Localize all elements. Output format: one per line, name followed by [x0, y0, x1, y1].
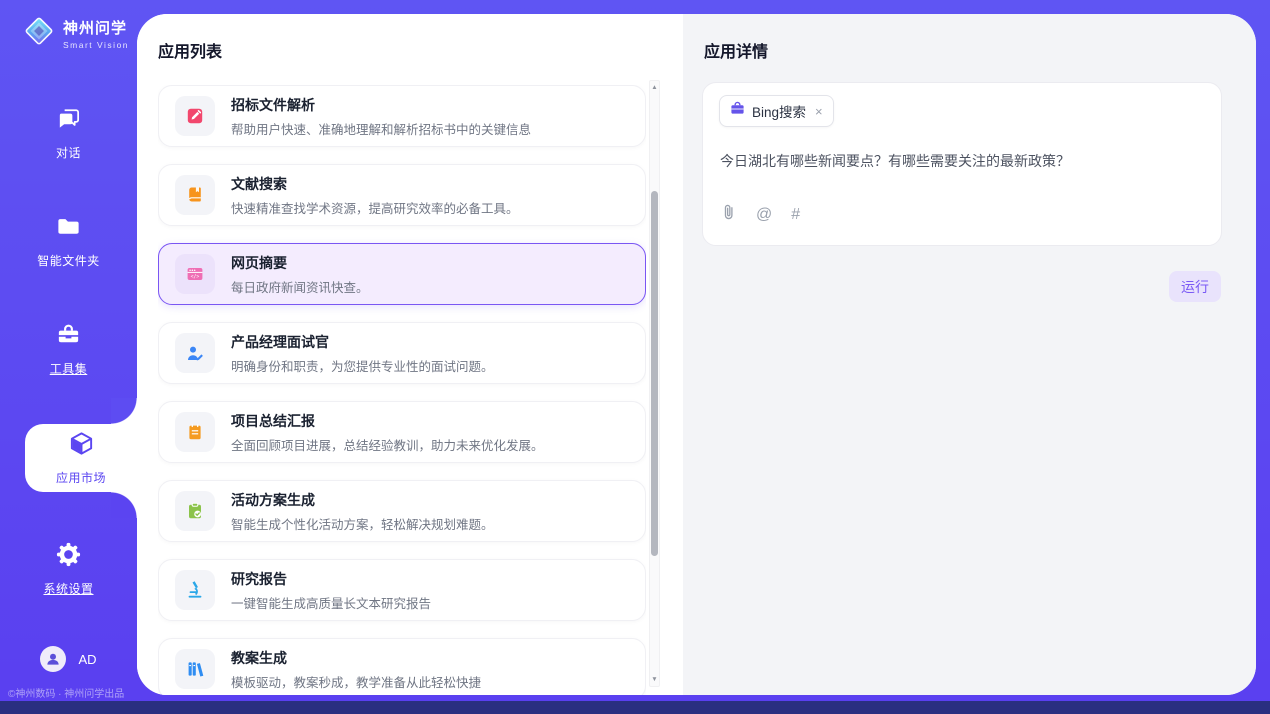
hash-icon[interactable]: # [791, 207, 800, 223]
clipboard-check-icon [175, 491, 215, 531]
sidebar-item-label: 智能文件夹 [37, 252, 100, 269]
briefcase-icon [730, 101, 745, 121]
app-card-desc: 全面回顾项目进展，总结经验教训，助力未来优化发展。 [231, 435, 544, 454]
scrollbar-thumb[interactable] [651, 191, 658, 556]
app-root: 神州问学 Smart Vision 对话 智能文件夹 [0, 0, 1270, 714]
app-card-desc: 模板驱动，教案秒成，教学准备从此轻松快捷 [231, 672, 481, 691]
attachment-toolbar: @ # [720, 203, 800, 227]
gear-icon [55, 541, 82, 573]
chip-close-icon[interactable]: × [815, 104, 823, 119]
app-card[interactable]: 活动方案生成 智能生成个性化活动方案，轻松解决规划难题。 [158, 480, 646, 542]
app-card-title: 活动方案生成 [231, 490, 494, 510]
app-card[interactable]: 项目总结汇报 全面回顾项目进展，总结经验教训，助力未来优化发展。 [158, 401, 646, 463]
edit-doc-icon [175, 96, 215, 136]
app-card-title: 招标文件解析 [231, 95, 531, 115]
brand-name: 神州问学 [63, 17, 129, 38]
sidebar-item-label: 对话 [56, 144, 81, 161]
app-card-desc: 智能生成个性化活动方案，轻松解决规划难题。 [231, 514, 494, 533]
prompt-card[interactable]: Bing搜索 × 今日湖北有哪些新闻要点？有哪些需要关注的最新政策？ @ # [702, 82, 1222, 246]
user-name: AD [78, 652, 96, 667]
browser-code-icon: </> [175, 254, 215, 294]
app-card[interactable]: 文献搜索 快速精准查找学术资源，提高研究效率的必备工具。 [158, 164, 646, 226]
copyright-footer: ©神州数码 · 神州问学出品 [8, 685, 124, 700]
sidebar-item-settings[interactable]: 系统设置 [0, 538, 137, 600]
sidebar-item-smart-folder[interactable]: 智能文件夹 [0, 210, 137, 272]
chat-icon [55, 105, 82, 137]
sidebar-item-label: 工具集 [50, 360, 88, 377]
app-card-selected[interactable]: </> 网页摘要 每日政府新闻资讯快查。 [158, 243, 646, 305]
main-content: 应用列表 招标文件解析 帮助用户快速、准确地理解和解析招标书中的关键信息 [137, 14, 1256, 695]
microscope-icon [175, 570, 215, 610]
app-card-desc: 快速精准查找学术资源，提高研究效率的必备工具。 [231, 198, 519, 217]
notepad-icon [175, 412, 215, 452]
brand-logo-icon [22, 14, 56, 53]
folder-icon [55, 213, 82, 245]
scroll-up-icon[interactable]: ▲ [650, 84, 659, 91]
app-card-title: 产品经理面试官 [231, 332, 494, 352]
app-list-title: 应用列表 [158, 38, 222, 62]
app-card[interactable]: 招标文件解析 帮助用户快速、准确地理解和解析招标书中的关键信息 [158, 85, 646, 147]
tool-chip-label: Bing搜索 [752, 101, 806, 121]
app-card-list: 招标文件解析 帮助用户快速、准确地理解和解析招标书中的关键信息 文献搜索 [158, 85, 646, 695]
interviewer-icon [175, 333, 215, 373]
toolbox-icon [55, 321, 82, 353]
avatar [40, 646, 66, 672]
bottom-bar [0, 701, 1270, 714]
sidebar-item-chat[interactable]: 对话 [0, 102, 137, 164]
mention-icon[interactable]: @ [756, 207, 772, 223]
app-list-panel: 应用列表 招标文件解析 帮助用户快速、准确地理解和解析招标书中的关键信息 [137, 14, 683, 695]
scrollbar[interactable]: ▲ ▼ [649, 80, 660, 687]
sidebar: 神州问学 Smart Vision 对话 智能文件夹 [0, 0, 137, 714]
app-card-title: 研究报告 [231, 569, 431, 589]
app-card[interactable]: 产品经理面试官 明确身份和职责，为您提供专业性的面试问题。 [158, 322, 646, 384]
prompt-text[interactable]: 今日湖北有哪些新闻要点？有哪些需要关注的最新政策？ [720, 151, 1201, 172]
app-detail-panel: 应用详情 Bing搜索 × 今日湖北有哪些新闻要点？有哪些需要关注的最新政策？ [683, 14, 1256, 695]
app-card-desc: 帮助用户快速、准确地理解和解析招标书中的关键信息 [231, 119, 531, 138]
sidebar-item-app-market[interactable]: 应用市场 [25, 424, 137, 492]
app-card-title: 文献搜索 [231, 174, 519, 194]
tool-chip-bing-search[interactable]: Bing搜索 × [719, 95, 834, 127]
run-button[interactable]: 运行 [1169, 271, 1221, 302]
cube-icon [68, 430, 95, 462]
sidebar-item-toolset[interactable]: 工具集 [0, 318, 137, 380]
sidebar-item-label: 应用市场 [56, 469, 106, 486]
book-icon [175, 175, 215, 215]
scroll-down-icon[interactable]: ▼ [650, 676, 659, 683]
app-card[interactable]: 教案生成 模板驱动，教案秒成，教学准备从此轻松快捷 [158, 638, 646, 695]
paperclip-icon[interactable] [720, 203, 737, 227]
user-account[interactable]: AD [0, 646, 137, 672]
app-detail-title: 应用详情 [704, 38, 768, 62]
app-card-desc: 明确身份和职责，为您提供专业性的面试问题。 [231, 356, 494, 375]
sidebar-item-label: 系统设置 [43, 580, 93, 597]
app-card-title: 教案生成 [231, 648, 481, 668]
app-card-title: 项目总结汇报 [231, 411, 544, 431]
app-card-title: 网页摘要 [231, 253, 369, 273]
app-card-desc: 一键智能生成高质量长文本研究报告 [231, 593, 431, 612]
svg-text:</>: </> [191, 274, 200, 280]
app-card[interactable]: 研究报告 一键智能生成高质量长文本研究报告 [158, 559, 646, 621]
books-icon [175, 649, 215, 689]
brand: 神州问学 Smart Vision [22, 14, 129, 53]
brand-subtitle: Smart Vision [63, 40, 129, 50]
app-card-desc: 每日政府新闻资讯快查。 [231, 277, 369, 296]
